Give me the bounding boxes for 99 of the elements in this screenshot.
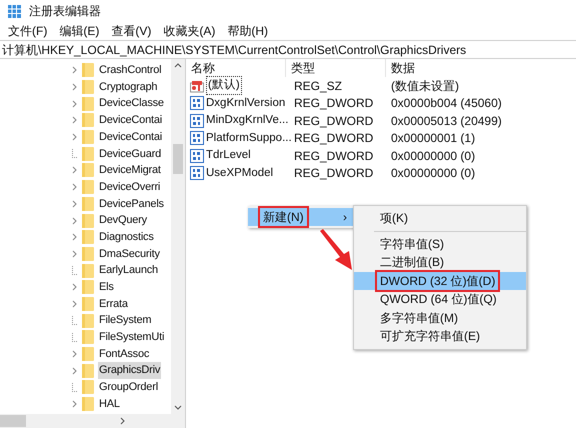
tree-item[interactable]: GroupOrderl — [98, 379, 159, 396]
table-cell-text: PlatformSuppo... — [206, 130, 292, 146]
table-cell-text: 0x00000000 (0) — [390, 148, 476, 165]
column-header[interactable]: 数据 — [386, 59, 576, 77]
arrow-annotation — [318, 229, 353, 271]
menu-item[interactable]: 文件(F) — [8, 22, 48, 40]
folder-icon — [82, 180, 94, 194]
tree-item[interactable]: DeviceOverri — [98, 178, 162, 196]
folder-icon — [82, 163, 94, 178]
menu-item[interactable]: 项(K) — [354, 209, 526, 228]
tree-item[interactable]: DevQuery — [98, 212, 148, 229]
tree-item[interactable]: DeviceMigrat — [98, 162, 162, 179]
folder-icon — [82, 397, 94, 412]
scroll-thumb[interactable] — [0, 415, 26, 427]
table-cell-text: 0x00000001 (1) — [390, 130, 476, 148]
table-cell-text: (数值未设置) — [390, 78, 459, 95]
binary-value-icon — [190, 96, 204, 110]
menu-item[interactable]: 编辑(E) — [59, 22, 100, 40]
tree-line-icon — [72, 316, 78, 326]
column-header[interactable]: 类型 — [286, 59, 386, 77]
binary-value-icon — [190, 114, 204, 128]
folder-icon — [82, 130, 94, 144]
menu-item[interactable]: 新建(N) › — [248, 208, 355, 226]
folder-icon — [82, 364, 94, 378]
table-cell-text: REG_DWORD — [293, 148, 374, 165]
table-cell: (默认) — [206, 76, 242, 96]
column-header[interactable]: 名称 — [186, 59, 286, 77]
menu-item[interactable]: 二进制值(B) — [354, 253, 526, 272]
folder-icon — [82, 80, 94, 94]
folder-icon — [82, 380, 94, 394]
tree-item[interactable]: EarlyLaunch — [98, 262, 159, 279]
table-cell-text: TdrLevel — [206, 148, 251, 164]
folder-icon — [82, 146, 94, 161]
tree-item[interactable]: FontAssoc — [98, 346, 150, 362]
tree-item[interactable]: Cryptograph — [98, 78, 158, 96]
table-cell-text: REG_DWORD — [293, 95, 374, 112]
tree-item[interactable]: DeviceClasse — [98, 95, 165, 112]
table-cell-text: REG_SZ — [293, 78, 344, 95]
scroll-right-icon[interactable] — [120, 417, 125, 425]
tree-item[interactable]: DevicePanels — [98, 196, 165, 212]
menu-item[interactable]: 收藏夹(A) — [163, 22, 216, 40]
table-cell-text: REG_DWORD — [293, 112, 374, 130]
scroll-up-icon[interactable] — [174, 63, 182, 68]
tree-item[interactable]: DeviceContai — [98, 112, 164, 129]
folder-icon — [82, 296, 94, 311]
binary-value-icon — [190, 148, 204, 163]
folder-icon — [82, 96, 94, 111]
table-cell-text: 0x0000b004 (45060) — [390, 95, 502, 112]
tree-line-icon — [72, 382, 78, 392]
folder-icon — [82, 113, 94, 128]
menu-item[interactable]: 多字符串值(M) — [354, 308, 526, 327]
tree-item[interactable]: DeviceGuard — [98, 146, 162, 162]
table-cell-text: UseXPModel — [206, 166, 274, 181]
tree-item[interactable]: DeviceContai — [98, 128, 164, 146]
menu-item[interactable]: 可扩充字符串值(E) — [354, 327, 526, 346]
tree-item[interactable]: FileSystem — [98, 312, 152, 329]
table-cell-text: REG_DWORD — [293, 165, 374, 182]
tree-line-icon — [72, 149, 78, 158]
table-cell-text: REG_DWORD — [293, 130, 374, 148]
tree-item[interactable]: GraphicsDriv — [98, 362, 162, 379]
vertical-scrollbar[interactable] — [171, 59, 185, 414]
tree-line-icon — [72, 332, 78, 342]
menu-item[interactable]: 查看(V) — [111, 22, 152, 40]
folder-icon — [82, 314, 94, 328]
tree-item[interactable]: Errata — [98, 296, 129, 312]
menu-item[interactable]: DWORD (32 位)值(D) — [354, 272, 526, 290]
folder-icon — [82, 214, 94, 228]
scroll-thumb[interactable] — [173, 144, 183, 174]
table-cell-text: 0x00000000 (0) — [390, 165, 476, 182]
tree-item[interactable]: DmaSecurity — [98, 246, 161, 262]
tree-item[interactable]: FileSystemUti — [98, 329, 166, 346]
folder-icon — [82, 230, 94, 244]
horizontal-scrollbar[interactable] — [0, 414, 185, 428]
binary-value-icon — [190, 131, 204, 146]
binary-value-icon — [190, 166, 204, 180]
tree-item[interactable]: HAL — [98, 396, 121, 412]
folder-icon — [82, 196, 94, 211]
chevron-right-icon[interactable] — [72, 400, 78, 408]
menu-item[interactable]: 帮助(H) — [227, 22, 268, 40]
folder-icon — [82, 330, 94, 344]
tree-item[interactable]: Diagnostics — [98, 228, 155, 246]
menu-item[interactable]: QWORD (64 位)值(Q) — [354, 290, 526, 308]
tree-item[interactable]: CrashControl — [98, 62, 162, 79]
folder-icon — [82, 63, 94, 78]
folder-icon — [82, 264, 94, 278]
registry-app-icon — [8, 4, 21, 18]
menu-item[interactable]: 字符串值(S) — [354, 234, 526, 253]
folder-icon — [82, 246, 94, 261]
address-bar[interactable]: 计算机\HKEY_LOCAL_MACHINE\SYSTEM\CurrentControlSet\Control\GraphicsDrivers — [0, 40, 576, 59]
table-cell-text: 0x00005013 (20499) — [390, 112, 502, 130]
table-cell-text: MinDxgKrnlVe... — [206, 113, 288, 128]
tree-line-icon — [72, 266, 78, 276]
string-value-icon — [190, 78, 204, 93]
tree-item[interactable]: Els — [98, 279, 115, 296]
folder-icon — [82, 280, 94, 294]
window-title: 注册表编辑器 — [29, 3, 101, 20]
folder-icon — [82, 347, 94, 362]
table-cell-text: DxgKrnlVersion — [206, 96, 286, 111]
scroll-down-icon[interactable] — [174, 405, 182, 410]
